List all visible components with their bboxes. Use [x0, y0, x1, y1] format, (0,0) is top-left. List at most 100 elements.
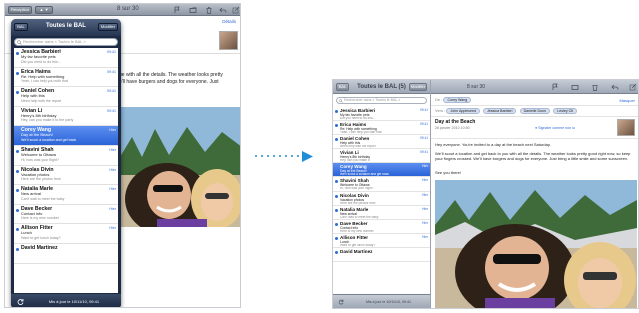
folder-icon[interactable] — [571, 83, 579, 91]
inbox-back-button[interactable]: Réception — [8, 6, 32, 14]
message-preview: Here is my new number — [340, 229, 374, 233]
unread-dot-icon — [16, 228, 19, 232]
recipient-chip[interactable]: Jessica Barbieri — [483, 108, 517, 114]
unread-dot-icon — [16, 208, 19, 212]
unread-dot-icon — [335, 124, 338, 128]
popover-header: BAL Toutes le BAL Modifier — [11, 19, 121, 36]
trash-icon[interactable] — [205, 6, 213, 14]
message-time: 09:41 — [107, 89, 116, 94]
beach-photo — [117, 107, 240, 227]
message-list-item[interactable]: Dave Becker Hier Contact info Here is my ne… — [333, 220, 430, 234]
search-icon — [339, 99, 343, 103]
message-nav-arrows[interactable]: ▲ ▼ — [35, 6, 53, 14]
message-list-item[interactable]: Natalia Marle Hier New arrival Can't wait t… — [14, 185, 118, 205]
beach-photo-art — [117, 107, 240, 227]
recipient-chip[interactable]: Lesley Oil — [553, 108, 578, 114]
popover-footer: Mis à jour le 10/11/10, 09:41 — [11, 294, 121, 307]
message-time: 09:41 — [420, 150, 428, 155]
message-list-item[interactable]: Erica Haims 09:41 Re: Help with something Y… — [14, 68, 118, 88]
message-list-item[interactable]: Allison Fitter Hier Lunch Want to get lunch… — [333, 234, 430, 248]
compose-icon[interactable] — [629, 83, 637, 91]
popover-message-list[interactable]: Jessica Barbieri 09:41 My fav favorite pet… — [14, 48, 118, 293]
message-time: Hier — [109, 128, 116, 133]
message-time: Hier — [109, 187, 116, 192]
popover-updated-status: Mis à jour le 10/11/10, 09:41 — [48, 299, 100, 304]
arrow-right-icon — [302, 151, 313, 162]
arrow-down-icon[interactable]: ▼ — [45, 7, 49, 12]
mark-unread-link[interactable]: ● Signaler comme non lu — [535, 126, 575, 130]
message-preview: Can't wait to meet the baby — [340, 215, 379, 219]
message-list-item[interactable]: Jessica Barbieri 09:41 My fav favorite pet… — [333, 107, 430, 122]
to-label: Vers : — [435, 108, 446, 113]
search-icon — [17, 40, 22, 45]
trash-icon[interactable] — [591, 83, 599, 91]
body-paragraph-3: See you there! — [435, 170, 462, 175]
message-time: 09:41 — [107, 108, 116, 113]
unread-dot-icon — [335, 180, 338, 184]
message-preview: Here is my new number — [21, 216, 59, 221]
message-list-item[interactable]: Vivian Li 09:41 Henry's 8th birthday Hey, c… — [333, 149, 430, 164]
message-time: Hier — [422, 164, 428, 169]
refresh-icon[interactable] — [338, 299, 344, 305]
message-list-item[interactable]: Shavini Shah Hier Welcome to Ottawa Hi, how… — [333, 177, 430, 192]
list-search-input[interactable]: Rechercher dans « Toutes le BAL » — [336, 97, 427, 104]
sender-avatar — [617, 119, 635, 136]
message-list-item[interactable]: Nicolas Divin Hier Vacation photos Here are… — [14, 166, 118, 186]
list-header: BAL Toutes le BAL (5) Modifier — [333, 80, 430, 94]
list-footer: Mis à jour le 10/11/10, 09:41 — [333, 294, 430, 308]
list-messages[interactable]: Jessica Barbieri 09:41 My fav favorite pet… — [333, 107, 430, 294]
message-preview: Hi, how was your flight? — [340, 187, 374, 191]
message-list-item[interactable]: Daniel Cohen 09:41 Help with this Need help… — [14, 87, 118, 107]
message-list-item[interactable]: Shavini Shah Hier Welcome to Ottawa Hi, how… — [14, 146, 118, 166]
message-time: 09:41 — [420, 108, 428, 112]
refresh-icon[interactable] — [17, 298, 24, 305]
details-link[interactable]: Détails — [222, 19, 236, 24]
popover-edit-button[interactable]: Modifier — [98, 23, 118, 31]
message-list-item[interactable]: Nicolas Divin Hier Vacation photos Here are… — [333, 192, 430, 206]
message-date: 26 janvier 2010 10:50 — [435, 126, 470, 130]
reply-icon[interactable] — [219, 6, 227, 14]
hide-details-link[interactable]: Masquer — [619, 98, 635, 103]
message-list-item[interactable]: Jessica Barbieri 09:41 My fav favorite pet… — [14, 48, 118, 68]
message-list-item[interactable]: Daniel Cohen 09:41 Help with this Need help… — [333, 135, 430, 150]
flag-icon[interactable] — [173, 6, 181, 14]
message-list-item[interactable]: David Martinez — [14, 244, 118, 264]
arrow-up-icon[interactable]: ▲ — [39, 7, 43, 12]
recipient-chip[interactable]: John Appleseed — [446, 108, 480, 114]
popover-search-input[interactable]: Rechercher dans « Toutes le BAL » — [14, 38, 118, 46]
left-ipad-screen: Réception ▲ ▼ 8 sur 30 Détails ue with a… — [4, 3, 241, 308]
message-list-item[interactable]: Corey Wang Hier Day at the Beach! We'll sco… — [333, 163, 430, 178]
message-detail-pane: 8 sur 30 De : Corey Wang Masquer Vers : … — [431, 80, 638, 308]
unread-dot-icon — [335, 222, 338, 226]
message-time: 09:41 — [420, 122, 428, 127]
message-list-item[interactable]: Erica Haims 09:41 Re: Help with something Y… — [333, 121, 430, 136]
recipient-chip[interactable]: Danielle Dunn — [519, 108, 551, 114]
unread-dot-icon — [16, 91, 19, 95]
message-subject: Day at the Beach — [435, 119, 476, 125]
message-list-item[interactable]: Natalia Marle Hier New arrival Can't wait t… — [333, 206, 430, 220]
transition-arrow — [255, 151, 315, 162]
message-list-item[interactable]: David Martinez — [333, 248, 430, 263]
unread-dot-icon — [335, 194, 338, 198]
from-chip[interactable]: Corey Wang — [443, 97, 472, 103]
unread-dot-icon — [335, 208, 338, 212]
message-list-item[interactable]: Dave Becker Hier Contact info Here is my ne… — [14, 205, 118, 225]
folder-icon[interactable] — [189, 6, 197, 14]
reply-icon[interactable] — [611, 83, 619, 91]
body-snippet-1: ue with all the details. The weather loo… — [119, 72, 223, 78]
list-edit-button[interactable]: Modifier — [409, 83, 427, 91]
search-placeholder: Rechercher dans « Toutes le BAL » — [23, 39, 86, 44]
message-preview: Need help with the report — [340, 145, 376, 149]
message-time: Hier — [422, 206, 428, 211]
message-time: Hier — [109, 206, 116, 211]
message-preview: We'll scout a location and get back — [340, 173, 389, 177]
flag-icon[interactable] — [551, 83, 559, 91]
message-list-item[interactable]: Corey Wang Hier Day at the Beach! We'll sco… — [14, 126, 118, 146]
message-list-item[interactable]: Allison Fitter Hier Lunch Want to get lunch… — [14, 224, 118, 244]
to-row: Vers : John Appleseed Jessica Barbieri D… — [435, 108, 579, 114]
message-list-item[interactable]: Vivian Li 09:41 Henry's 8th birthday Hey, c… — [14, 107, 118, 127]
message-preview: Here are the photos from — [21, 177, 61, 182]
compose-icon[interactable] — [232, 6, 240, 14]
message-time: Hier — [422, 234, 428, 239]
unread-dot-icon — [335, 138, 338, 142]
